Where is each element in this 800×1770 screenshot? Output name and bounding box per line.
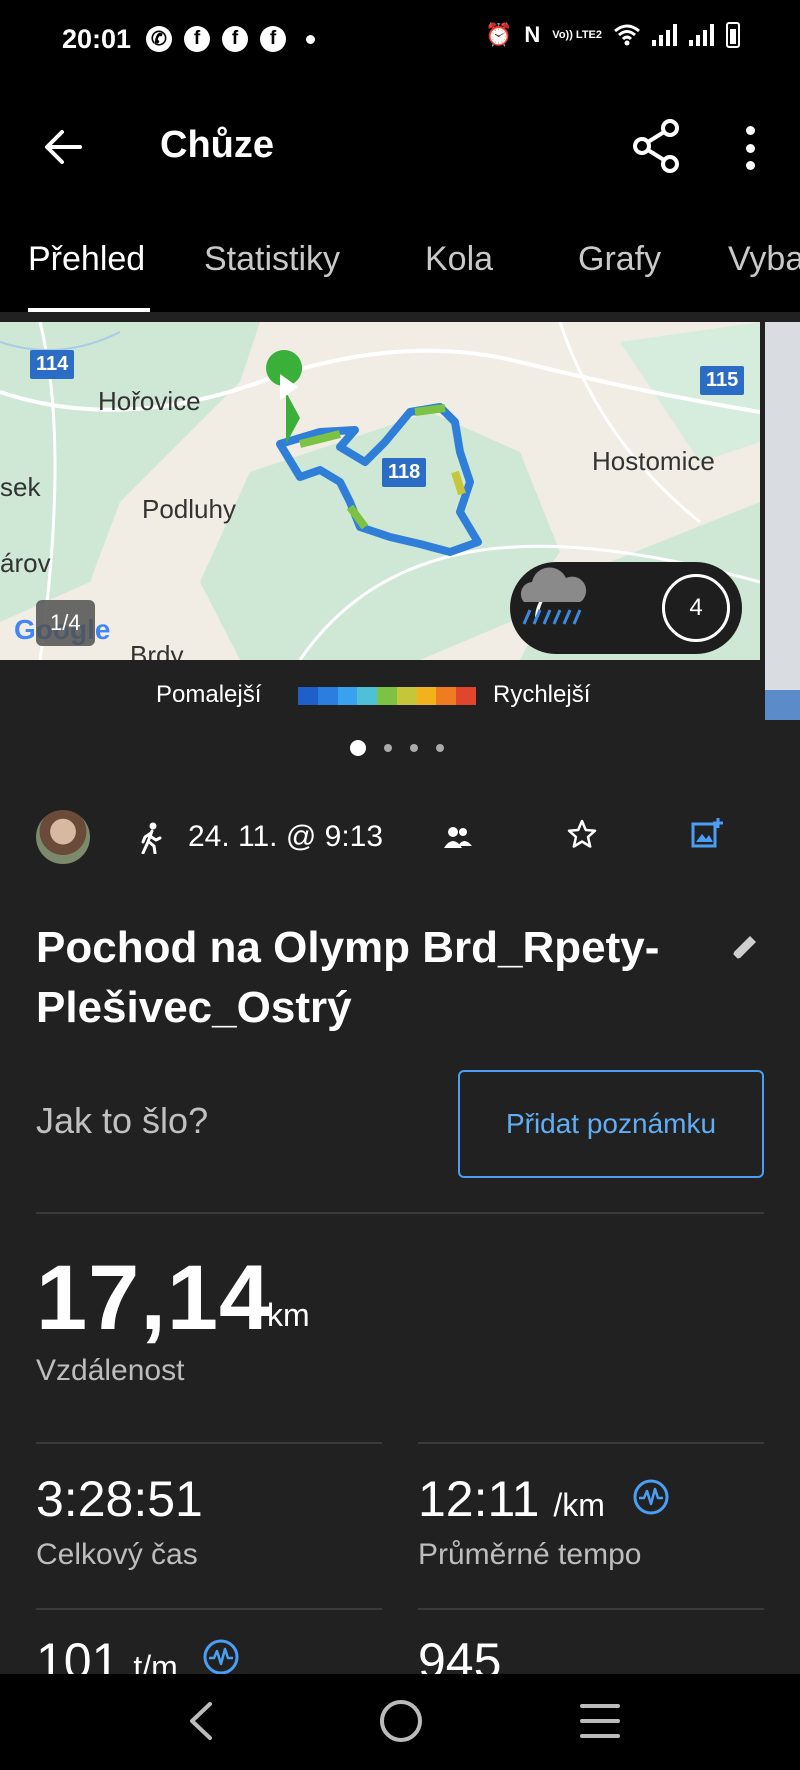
map-page-counter: 1/4 — [36, 600, 95, 646]
next-photo-preview[interactable] — [765, 322, 800, 720]
nfc-icon: N — [524, 22, 541, 47]
divider — [36, 1212, 764, 1214]
avg-pace-value: 12:11 /km — [418, 1470, 605, 1528]
legend-color-segment — [396, 687, 417, 705]
add-photo-icon[interactable] — [690, 816, 724, 850]
map-place-brdy: Brdy — [130, 640, 184, 660]
more-vert-icon[interactable] — [732, 120, 768, 176]
divider — [418, 1608, 764, 1610]
fourth-stat-value: 945 — [418, 1633, 502, 1674]
cadence-value: 101 t/m — [36, 1632, 178, 1674]
add-note-button[interactable]: Přidat poznámku — [458, 1070, 764, 1178]
road-badge-118: 118 — [382, 458, 427, 487]
app-bar: Chůze — [0, 82, 800, 212]
tab-vybaveni[interactable]: Vyba — [728, 240, 800, 279]
volte-icon: Vo)) LTE2 — [552, 29, 602, 41]
notification-icons: ✆ f f f — [146, 26, 315, 52]
distance-value: 17,14 — [36, 1247, 272, 1349]
avatar[interactable] — [36, 810, 90, 864]
route-map[interactable]: 114 115 118 Hořovice Podluhy Hostomice s… — [0, 322, 760, 660]
cadence-unit: t/m — [133, 1649, 178, 1674]
pace-legend: Pomalejší Rychlejší — [0, 675, 760, 715]
pager-dot[interactable] — [436, 744, 444, 752]
rain-cloud-icon — [520, 567, 587, 625]
legend-color-segment — [337, 687, 358, 705]
facebook-icon: f — [222, 26, 248, 52]
dot-icon — [306, 34, 315, 44]
map-place-sek: sek — [0, 472, 41, 502]
back-arrow-icon[interactable] — [40, 124, 86, 170]
share-icon[interactable] — [632, 118, 682, 174]
legend-slow-label: Pomalejší — [156, 681, 262, 708]
cadence-number: 101 — [36, 1633, 120, 1674]
status-time: 20:01 — [62, 24, 132, 54]
tab-kola[interactable]: Kola — [425, 240, 493, 279]
avg-pace-unit: /km — [553, 1487, 605, 1523]
weather-widget[interactable]: 7° 4 — [510, 562, 742, 654]
activity-meta: 24. 11. @ 9:13 — [0, 810, 800, 870]
legend-color-segment — [436, 687, 457, 705]
wifi-icon — [614, 24, 640, 46]
status-bar: 20:01 ✆ f f f ⏰ N Vo)) LTE2 — [0, 0, 800, 82]
activity-name: Pochod na Olymp Brd_Rpety-Plešivec_Ostrý — [36, 923, 660, 1032]
nav-recent-apps-icon[interactable] — [580, 1704, 620, 1738]
walk-icon — [141, 822, 162, 854]
tab-bar: Přehled Statistiky Kola Grafy Vyba — [0, 212, 800, 312]
pager-dot[interactable] — [410, 744, 418, 752]
total-time-label: Celkový čas — [36, 1538, 198, 1571]
wind-speed-icon: 4 — [662, 574, 730, 642]
distance-unit: km — [267, 1297, 310, 1333]
road-badge-114: 114 — [30, 350, 75, 379]
battery-icon — [726, 22, 740, 48]
map-place-podluhy: Podluhy — [142, 494, 236, 524]
edit-pencil-icon[interactable] — [728, 932, 760, 964]
facebook-icon: f — [260, 26, 286, 52]
legend-color-segment — [377, 687, 397, 705]
legend-fast-label: Rychlejší — [493, 681, 591, 708]
signal-icon — [689, 24, 714, 46]
pager-dot[interactable] — [350, 740, 366, 756]
tab-grafy[interactable]: Grafy — [578, 240, 661, 279]
system-nav-bar — [0, 1674, 800, 1770]
map-place-arov: árov — [0, 548, 51, 578]
map-place-horovice: Hořovice — [98, 386, 201, 416]
nav-home-icon[interactable] — [380, 1700, 422, 1742]
pager-dot[interactable] — [384, 744, 392, 752]
system-icons: ⏰ N Vo)) LTE2 — [485, 22, 740, 48]
legend-color-bar — [298, 687, 477, 705]
alarm-icon: ⏰ — [485, 22, 513, 47]
road-badge-115: 115 — [700, 366, 745, 395]
whatsapp-icon: ✆ — [146, 26, 172, 52]
divider — [36, 1442, 382, 1444]
divider — [36, 1608, 382, 1610]
nav-back-icon[interactable] — [186, 1700, 216, 1742]
pulse-icon[interactable] — [632, 1478, 670, 1516]
activity-date: 24. 11. @ 9:13 — [188, 820, 384, 853]
pulse-icon[interactable] — [202, 1638, 240, 1674]
facebook-icon: f — [184, 26, 210, 52]
tab-statistiky[interactable]: Statistiky — [204, 240, 340, 279]
group-icon[interactable] — [444, 824, 472, 850]
signal-icon — [652, 24, 677, 46]
divider — [418, 1442, 764, 1444]
legend-color-segment — [416, 687, 437, 705]
legend-color-segment — [456, 687, 477, 705]
total-time-value: 3:28:51 — [36, 1471, 203, 1527]
tab-prehled[interactable]: Přehled — [28, 240, 145, 279]
map-place-hostomice: Hostomice — [592, 446, 715, 476]
legend-color-segment — [317, 687, 338, 705]
avg-pace-label: Průměrné tempo — [418, 1538, 642, 1571]
activity-overview: 114 115 118 Hořovice Podluhy Hostomice s… — [0, 312, 800, 1674]
legend-color-segment — [357, 687, 378, 705]
distance-label: Vzdálenost — [36, 1354, 185, 1387]
star-icon[interactable] — [566, 818, 598, 850]
page-title: Chůze — [160, 124, 274, 166]
legend-color-segment — [298, 687, 318, 705]
note-prompt: Jak to šlo? — [36, 1100, 209, 1141]
avg-pace-number: 12:11 — [418, 1471, 540, 1527]
map-pager[interactable] — [350, 740, 444, 756]
